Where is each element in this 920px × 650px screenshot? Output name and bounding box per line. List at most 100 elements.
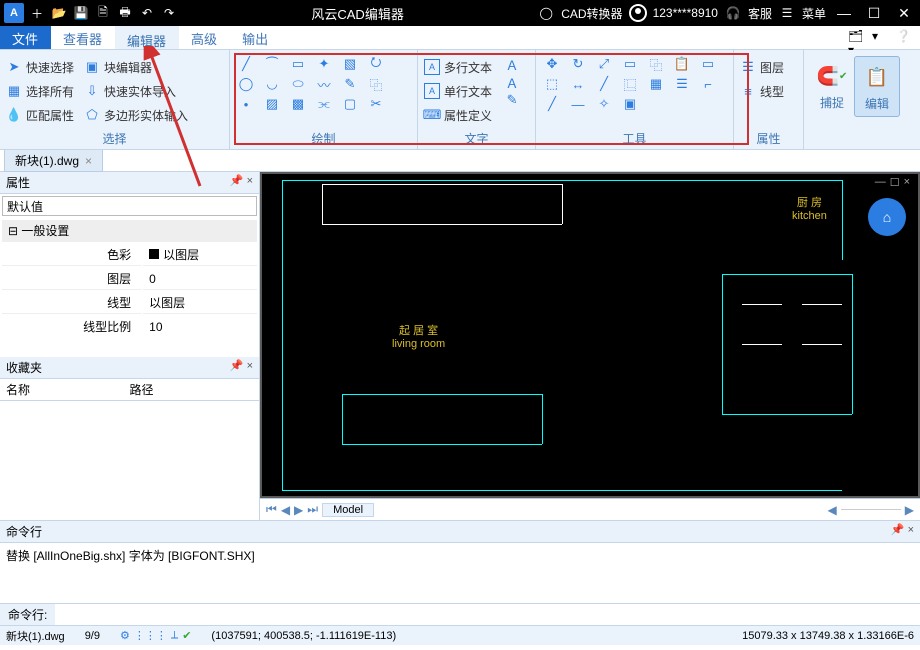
star-tool-icon[interactable]: ✧ — [594, 96, 614, 112]
region-icon[interactable]: ▩ — [288, 96, 308, 112]
point-icon[interactable]: • — [236, 96, 256, 112]
quick-select-button[interactable]: ➤快速选择 — [6, 56, 74, 78]
rotate-tool-icon[interactable]: ↻ — [568, 56, 588, 72]
tab-model[interactable]: Model — [322, 503, 374, 517]
tab-close-icon[interactable]: × — [85, 154, 92, 168]
canvas-min-icon[interactable]: — — [875, 176, 886, 189]
square-tool-icon[interactable]: ⬚ — [542, 76, 562, 92]
edit-sq-icon[interactable]: ▢ — [340, 96, 360, 112]
status-icon[interactable]: ⚙ — [120, 629, 130, 642]
line-tool-icon[interactable]: ╱ — [542, 96, 562, 112]
rotate-sq-icon[interactable]: ▣ — [620, 96, 640, 112]
snap-button[interactable]: 🧲✔ 捕捉 — [810, 56, 854, 115]
status-icon[interactable]: ✔ — [182, 629, 191, 642]
view-cube-icon[interactable]: ⌂ — [868, 198, 906, 236]
command-input[interactable] — [55, 606, 920, 624]
support-label[interactable]: 客服 — [748, 5, 772, 22]
attrdef-button[interactable]: ⌨属性定义 — [424, 104, 492, 126]
layers-button[interactable]: ☷图层 — [740, 56, 784, 78]
rect-icon[interactable]: ▭ — [288, 56, 308, 72]
line-icon[interactable]: ╱ — [236, 56, 256, 72]
match-attr-button[interactable]: 💧匹配属性 — [6, 104, 74, 126]
maximize-button[interactable]: ☐ — [862, 5, 886, 22]
clip-icon[interactable]: ▧ — [340, 56, 360, 72]
edit-button[interactable]: 📋 编辑 — [854, 56, 900, 117]
scale-icon[interactable]: ╱ — [594, 76, 614, 92]
move-icon[interactable]: ✥ — [542, 56, 562, 72]
tab-last-icon[interactable]: ⏭ — [307, 502, 318, 517]
polyline-icon[interactable]: ⏜ — [262, 56, 282, 72]
circle-icon[interactable]: ◯ — [236, 76, 256, 92]
list-icon[interactable]: ☰ — [672, 76, 692, 92]
clone-icon[interactable]: ⿻ — [366, 76, 386, 92]
new-icon[interactable]: ＋ — [28, 4, 46, 22]
angle-icon[interactable]: ⌐ — [698, 76, 718, 92]
hatch-icon[interactable]: ▨ — [262, 96, 282, 112]
pin-icon[interactable]: 📌 × — [230, 359, 253, 376]
quick-entity-import-button[interactable]: ⇩快速实体导入 — [84, 80, 188, 102]
font-icon[interactable]: Ａ — [502, 56, 522, 72]
select-all-button[interactable]: ▦选择所有 — [6, 80, 74, 102]
converter-label[interactable]: CAD转换器 — [561, 5, 622, 22]
measure-icon[interactable]: ↔ — [568, 76, 588, 92]
saveas-icon[interactable]: 🗎 — [94, 4, 112, 22]
menu-label[interactable]: 菜单 — [802, 5, 826, 22]
menu-output[interactable]: 输出 — [230, 26, 281, 49]
close-button[interactable]: ✕ — [892, 5, 916, 22]
text-style-icon[interactable]: Ａ — [502, 74, 522, 90]
linetype-button[interactable]: ≡线型 — [740, 80, 784, 102]
arc-icon[interactable]: ◡ — [262, 76, 282, 92]
save-icon[interactable]: 💾 — [72, 4, 90, 22]
pen-icon[interactable]: ✎ — [340, 76, 360, 92]
paste-icon[interactable]: 📋 — [672, 56, 692, 72]
minimize-button[interactable]: — — [832, 5, 856, 21]
document-tab[interactable]: 新块(1).dwg × — [4, 149, 103, 172]
table-row[interactable]: 线型比例10 — [2, 316, 257, 337]
tab-first-icon[interactable]: ⏮ — [266, 502, 277, 517]
join-icon[interactable]: ⫘ — [314, 96, 334, 112]
menu-viewer[interactable]: 查看器 — [51, 26, 115, 49]
table-row[interactable]: 图层0 — [2, 268, 257, 290]
flip-icon[interactable]: ⤢ — [594, 56, 614, 72]
table-row[interactable]: 线型以图层 — [2, 292, 257, 314]
mtext-button[interactable]: A多行文本 — [424, 56, 492, 78]
undo-icon[interactable]: ↶ — [138, 4, 156, 22]
help-icon[interactable]: ❔ — [896, 29, 914, 47]
rotate-icon[interactable]: ⭮ — [366, 56, 386, 72]
status-icon[interactable]: ⟂ — [171, 629, 178, 642]
tab-next-icon[interactable]: ▶ — [294, 503, 303, 517]
print-icon[interactable]: 🖶 — [116, 4, 134, 22]
cut-icon[interactable]: ✂ — [366, 96, 386, 112]
copy-icon[interactable]: ⿻ — [646, 56, 666, 72]
polygon-entity-input-button[interactable]: ⬠多边形实体输入 — [84, 104, 188, 126]
block-editor-button[interactable]: ▣块编辑器 — [84, 56, 188, 78]
lasso-icon[interactable]: ✦ — [314, 56, 334, 72]
menu-file[interactable]: 文件 — [0, 26, 51, 49]
menu-advanced[interactable]: 高级 — [179, 26, 230, 49]
redo-icon[interactable]: ↷ — [160, 4, 178, 22]
status-icon[interactable]: ⋮⋮⋮ — [134, 629, 167, 642]
menu-icon[interactable]: ☰ — [778, 4, 796, 22]
array-icon[interactable]: ⿺ — [620, 76, 640, 92]
layer-dropdown-icon[interactable]: 🗂▾ — [848, 29, 866, 47]
bline-icon[interactable]: ― — [568, 96, 588, 112]
pin-icon[interactable]: 📌 × — [230, 174, 253, 191]
table-row[interactable]: 色彩以图层 — [2, 244, 257, 266]
text-edit-icon[interactable]: ✎ — [502, 92, 522, 108]
group-icon[interactable]: ▦ — [646, 76, 666, 92]
dim-icon[interactable]: ▭ — [620, 56, 640, 72]
stext-button[interactable]: A单行文本 — [424, 80, 492, 102]
converter-icon[interactable]: ◯ — [537, 4, 555, 22]
default-value-select[interactable] — [2, 196, 257, 216]
ellipse-icon[interactable]: ⬭ — [288, 76, 308, 92]
spline-icon[interactable]: 〰 — [314, 76, 334, 92]
menu-editor[interactable]: 编辑器 — [115, 26, 179, 49]
tab-prev-icon[interactable]: ◀ — [281, 503, 290, 517]
cad-canvas[interactable]: 起 居 室 living room 厨 房 kitchen ⌂ — ☐ × — [262, 174, 918, 496]
canvas-max-icon[interactable]: ☐ — [890, 176, 900, 189]
folder-icon[interactable]: ▭ — [698, 56, 718, 72]
table-group-row[interactable]: ⊟ 一般设置 — [2, 220, 257, 242]
headset-icon[interactable]: 🎧 — [724, 4, 742, 22]
open-icon[interactable]: 📂 — [50, 4, 68, 22]
avatar-icon[interactable] — [629, 4, 647, 22]
